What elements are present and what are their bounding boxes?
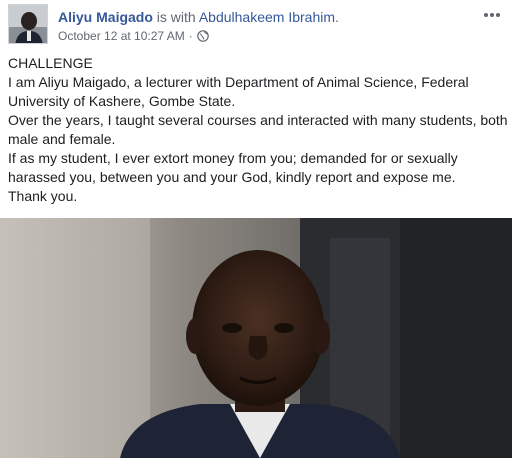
post-text-line: CHALLENGE xyxy=(8,55,93,71)
post-meta: October 12 at 10:27 AM · xyxy=(58,28,209,44)
post-header: Aliyu Maigado is with Abdulhakeem Ibrahi… xyxy=(0,0,512,48)
author-line: Aliyu Maigado is with Abdulhakeem Ibrahi… xyxy=(58,8,339,26)
post-text-line: I am Aliyu Maigado, a lecturer with Depa… xyxy=(8,74,469,109)
post-text-line: Over the years, I taught several courses… xyxy=(8,112,508,147)
author-name-link[interactable]: Aliyu Maigado xyxy=(58,9,153,25)
avatar[interactable] xyxy=(8,4,48,44)
meta-separator: · xyxy=(188,29,193,43)
post-text: CHALLENGE I am Aliyu Maigado, a lecturer… xyxy=(8,54,508,206)
post-photo[interactable] xyxy=(0,218,512,458)
tagged-suffix: . xyxy=(335,9,339,25)
post-timestamp[interactable]: October 12 at 10:27 AM xyxy=(58,28,185,44)
with-text: is with xyxy=(156,9,196,25)
post-text-line: Thank you. xyxy=(8,188,78,204)
more-options-icon[interactable] xyxy=(482,8,502,22)
globe-icon[interactable] xyxy=(196,30,209,42)
tagged-person-link[interactable]: Abdulhakeem Ibrahim xyxy=(199,9,335,25)
post-text-line: If as my student, I ever extort money fr… xyxy=(8,150,458,185)
